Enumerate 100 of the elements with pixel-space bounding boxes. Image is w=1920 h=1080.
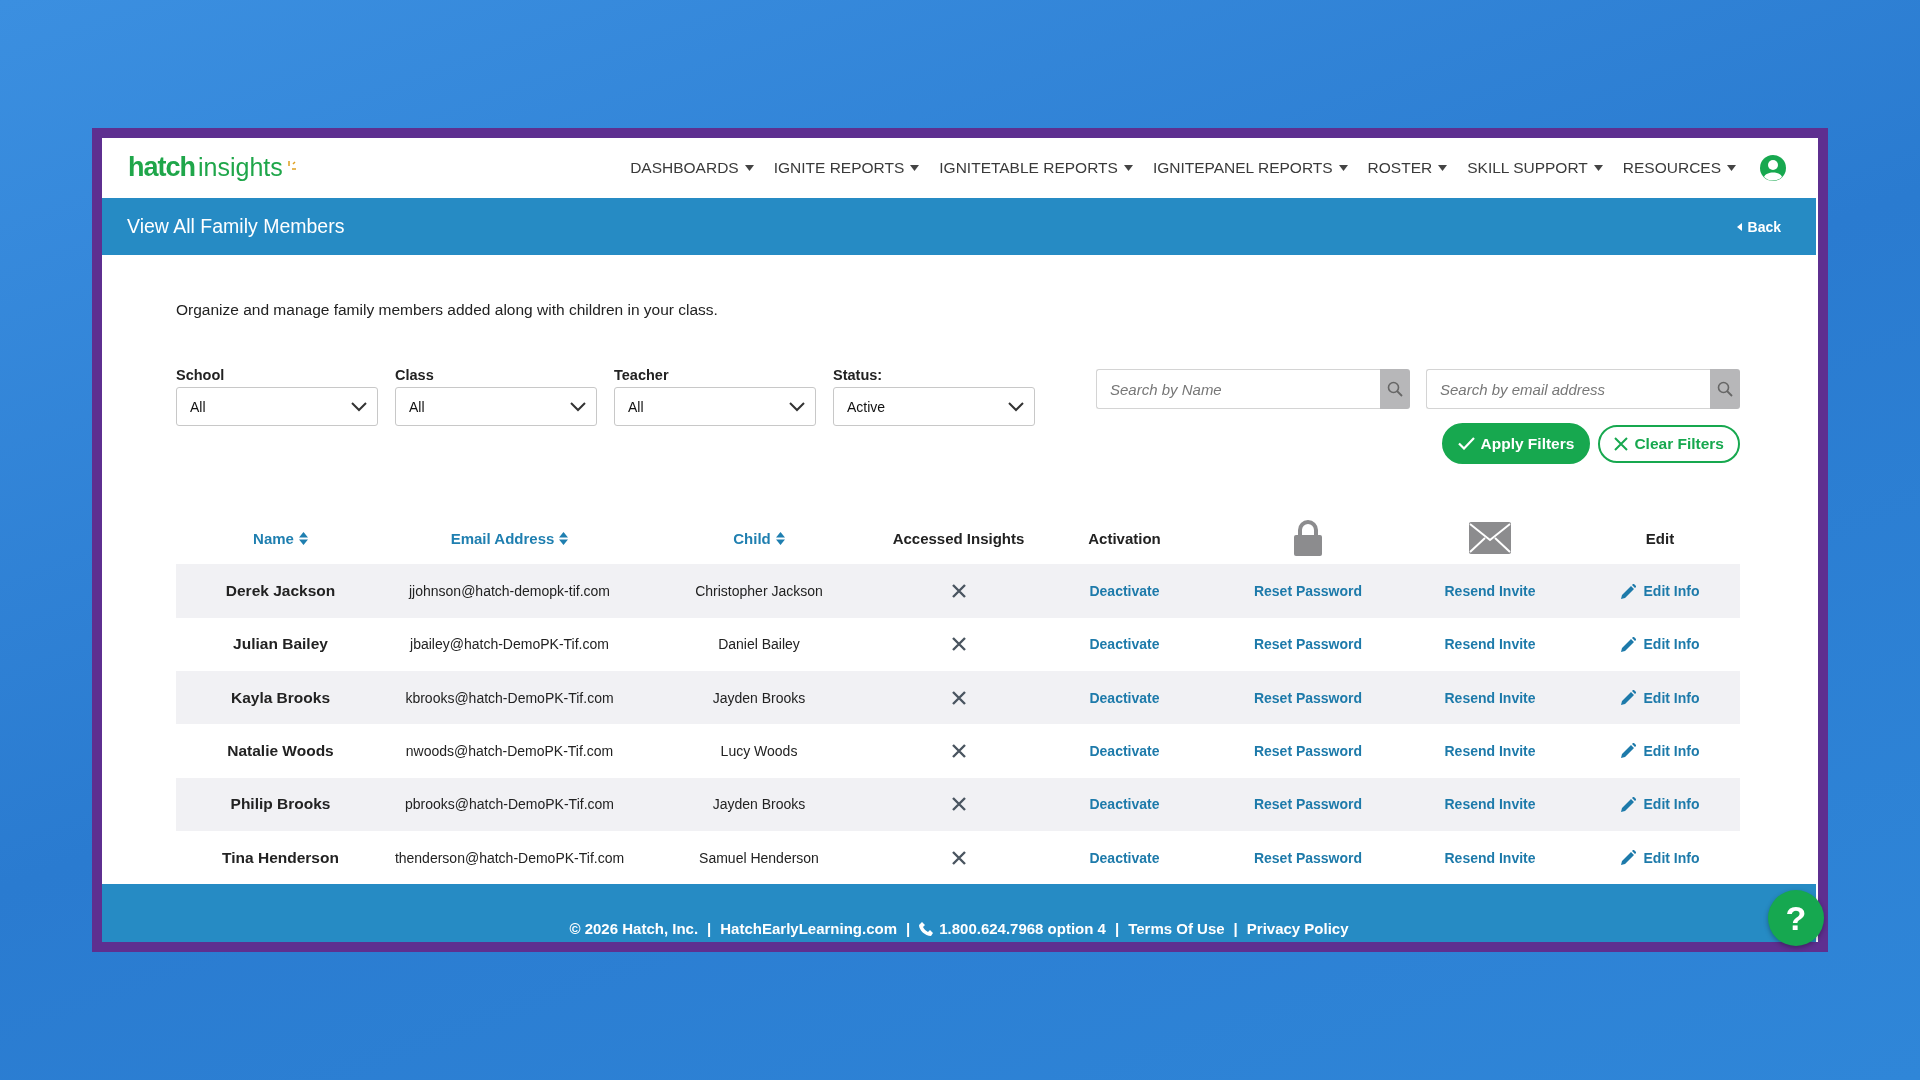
chevron-icon (789, 401, 805, 412)
family-member-name: Tina Henderson (222, 848, 339, 867)
email-address: jjohnson@hatch-demopk-tif.com (409, 583, 610, 600)
caret-icon (1123, 164, 1133, 171)
edit-info-link[interactable]: Edit Info (1620, 636, 1700, 653)
sortable-column-header[interactable]: Name (253, 529, 308, 547)
search-button[interactable] (1380, 369, 1410, 410)
nav-menu-item[interactable]: ROSTER (1367, 158, 1448, 177)
chevron-icon (351, 401, 367, 412)
child-name: Christopher Jackson (695, 583, 823, 600)
description: Organize and manage family members added along with children in your class. (176, 301, 719, 320)
separator: | (707, 920, 712, 937)
chevron-icon (1008, 401, 1024, 412)
deactivate-link[interactable]: Deactivate (1089, 689, 1160, 706)
nav-menu-item[interactable]: RESOURCES (1622, 158, 1736, 177)
reset-password-link[interactable]: Reset Password (1253, 796, 1363, 813)
deactivate-link[interactable]: Deactivate (1089, 743, 1160, 759)
nav-menu-item[interactable]: DASHBOARDS (630, 158, 754, 177)
family-member-name: Natalie Woods (227, 742, 334, 760)
nav-menu-item[interactable]: IGNITETABLE REPORTS (939, 158, 1133, 177)
sort-icon (559, 531, 569, 545)
help-button[interactable]: ? (1768, 890, 1824, 946)
deactivate-link[interactable]: Deactivate (1089, 849, 1160, 866)
separator: | (1233, 920, 1238, 937)
reset-password-link[interactable]: Reset Password (1253, 849, 1363, 866)
pencil-icon (1620, 583, 1636, 599)
edit-info-link[interactable]: Edit Info (1620, 689, 1700, 706)
footer-link[interactable]: Terms Of Use (1128, 920, 1225, 937)
caret-icon (1736, 222, 1742, 231)
family-member-name: Kayla Brooks (230, 688, 331, 707)
caret-icon (744, 164, 754, 171)
chevron-icon (570, 401, 586, 412)
reset-password-link[interactable]: Reset Password (1253, 689, 1363, 706)
edit-info-link[interactable]: Edit Info (1620, 796, 1700, 813)
envelope-icon (1469, 522, 1511, 555)
deactivate-link[interactable]: Deactivate (1089, 583, 1160, 600)
family-member-name: Derek Jackson (225, 582, 336, 601)
family-member-name: Philip Brooks (230, 795, 331, 814)
caret-icon (1727, 164, 1736, 171)
filter-label: Class (395, 367, 435, 384)
resend-invite-link[interactable]: Resend Invite (1444, 743, 1536, 759)
caret-icon (1438, 164, 1448, 171)
search-icon (1387, 381, 1403, 398)
email-address: thenderson@hatch-DemoPK-Tif.com (394, 849, 625, 866)
filter-select[interactable]: Active (833, 387, 1035, 427)
nav-menu-item[interactable]: IGNITEPANEL REPORTS (1152, 158, 1348, 177)
child-name: Jayden Brooks (712, 689, 806, 706)
clear-filters-button[interactable]: Clear Filters (1598, 425, 1740, 464)
reset-password-link[interactable]: Reset Password (1253, 743, 1363, 759)
phone-link[interactable]: 1.800.624.7968 option 4 (919, 920, 1106, 937)
edit-info-link[interactable]: Edit Info (1620, 583, 1700, 600)
search-button[interactable] (1710, 369, 1740, 410)
sort-icon (775, 531, 785, 545)
back-link[interactable]: Back (1736, 218, 1781, 235)
email-address: pbrooks@hatch-DemoPK-Tif.com (405, 796, 614, 813)
resend-invite-link[interactable]: Resend Invite (1444, 849, 1536, 866)
deactivate-link[interactable]: Deactivate (1089, 796, 1160, 813)
separator: | (1114, 920, 1120, 937)
resend-invite-link[interactable]: Resend Invite (1444, 689, 1536, 706)
footer-link[interactable]: Privacy Policy (1246, 920, 1349, 937)
caret-icon (1338, 164, 1348, 171)
sortable-column-header[interactable]: Email Address (450, 529, 569, 547)
reset-password-link[interactable]: Reset Password (1253, 636, 1363, 653)
filter-label: Status: (833, 367, 884, 384)
pencil-icon (1620, 796, 1636, 812)
footer-link[interactable]: HatchEarlyLearning.com (720, 920, 897, 937)
sortable-column-header[interactable]: Child (733, 529, 785, 547)
close-icon (1614, 437, 1629, 452)
nav-menu-item[interactable]: SKILL SUPPORT (1467, 158, 1603, 177)
child-name: Lucy Woods (720, 743, 798, 759)
search-field[interactable]: Search by email address (1426, 369, 1710, 410)
separator: | (906, 920, 911, 937)
filter-label: Teacher (614, 367, 670, 384)
search-field[interactable]: Search by Name (1096, 369, 1380, 410)
search-icon (1717, 381, 1733, 398)
apply-filters-button[interactable]: Apply Filters (1441, 423, 1591, 465)
resend-invite-link[interactable]: Resend Invite (1444, 796, 1536, 813)
caret-icon (1593, 164, 1603, 171)
resend-invite-link[interactable]: Resend Invite (1444, 583, 1536, 600)
filter-select[interactable]: All (614, 387, 816, 427)
pencil-icon (1620, 850, 1636, 866)
email-address: jbailey@hatch-DemoPK-Tif.com (410, 636, 609, 653)
reset-password-link[interactable]: Reset Password (1253, 583, 1363, 600)
edit-info-link[interactable]: Edit Info (1620, 743, 1700, 759)
logo[interactable]: hatchinsights (128, 152, 296, 184)
family-member-name: Julian Bailey (233, 635, 328, 654)
edit-info-link[interactable]: Edit Info (1620, 849, 1700, 866)
caret-icon (910, 164, 920, 171)
pencil-icon (1620, 636, 1636, 652)
user-avatar-icon[interactable] (1760, 154, 1786, 181)
nav-menu-item[interactable]: IGNITE REPORTS (773, 158, 920, 177)
filter-select[interactable]: All (395, 387, 597, 427)
column-header: Edit (1645, 529, 1675, 547)
sort-icon (298, 531, 308, 545)
deactivate-link[interactable]: Deactivate (1089, 636, 1160, 653)
resend-invite-link[interactable]: Resend Invite (1444, 636, 1536, 653)
child-name: Daniel Bailey (718, 636, 800, 653)
column-header: Accessed Insights (892, 529, 1025, 547)
pencil-icon (1620, 690, 1636, 706)
filter-select[interactable]: All (176, 387, 378, 427)
